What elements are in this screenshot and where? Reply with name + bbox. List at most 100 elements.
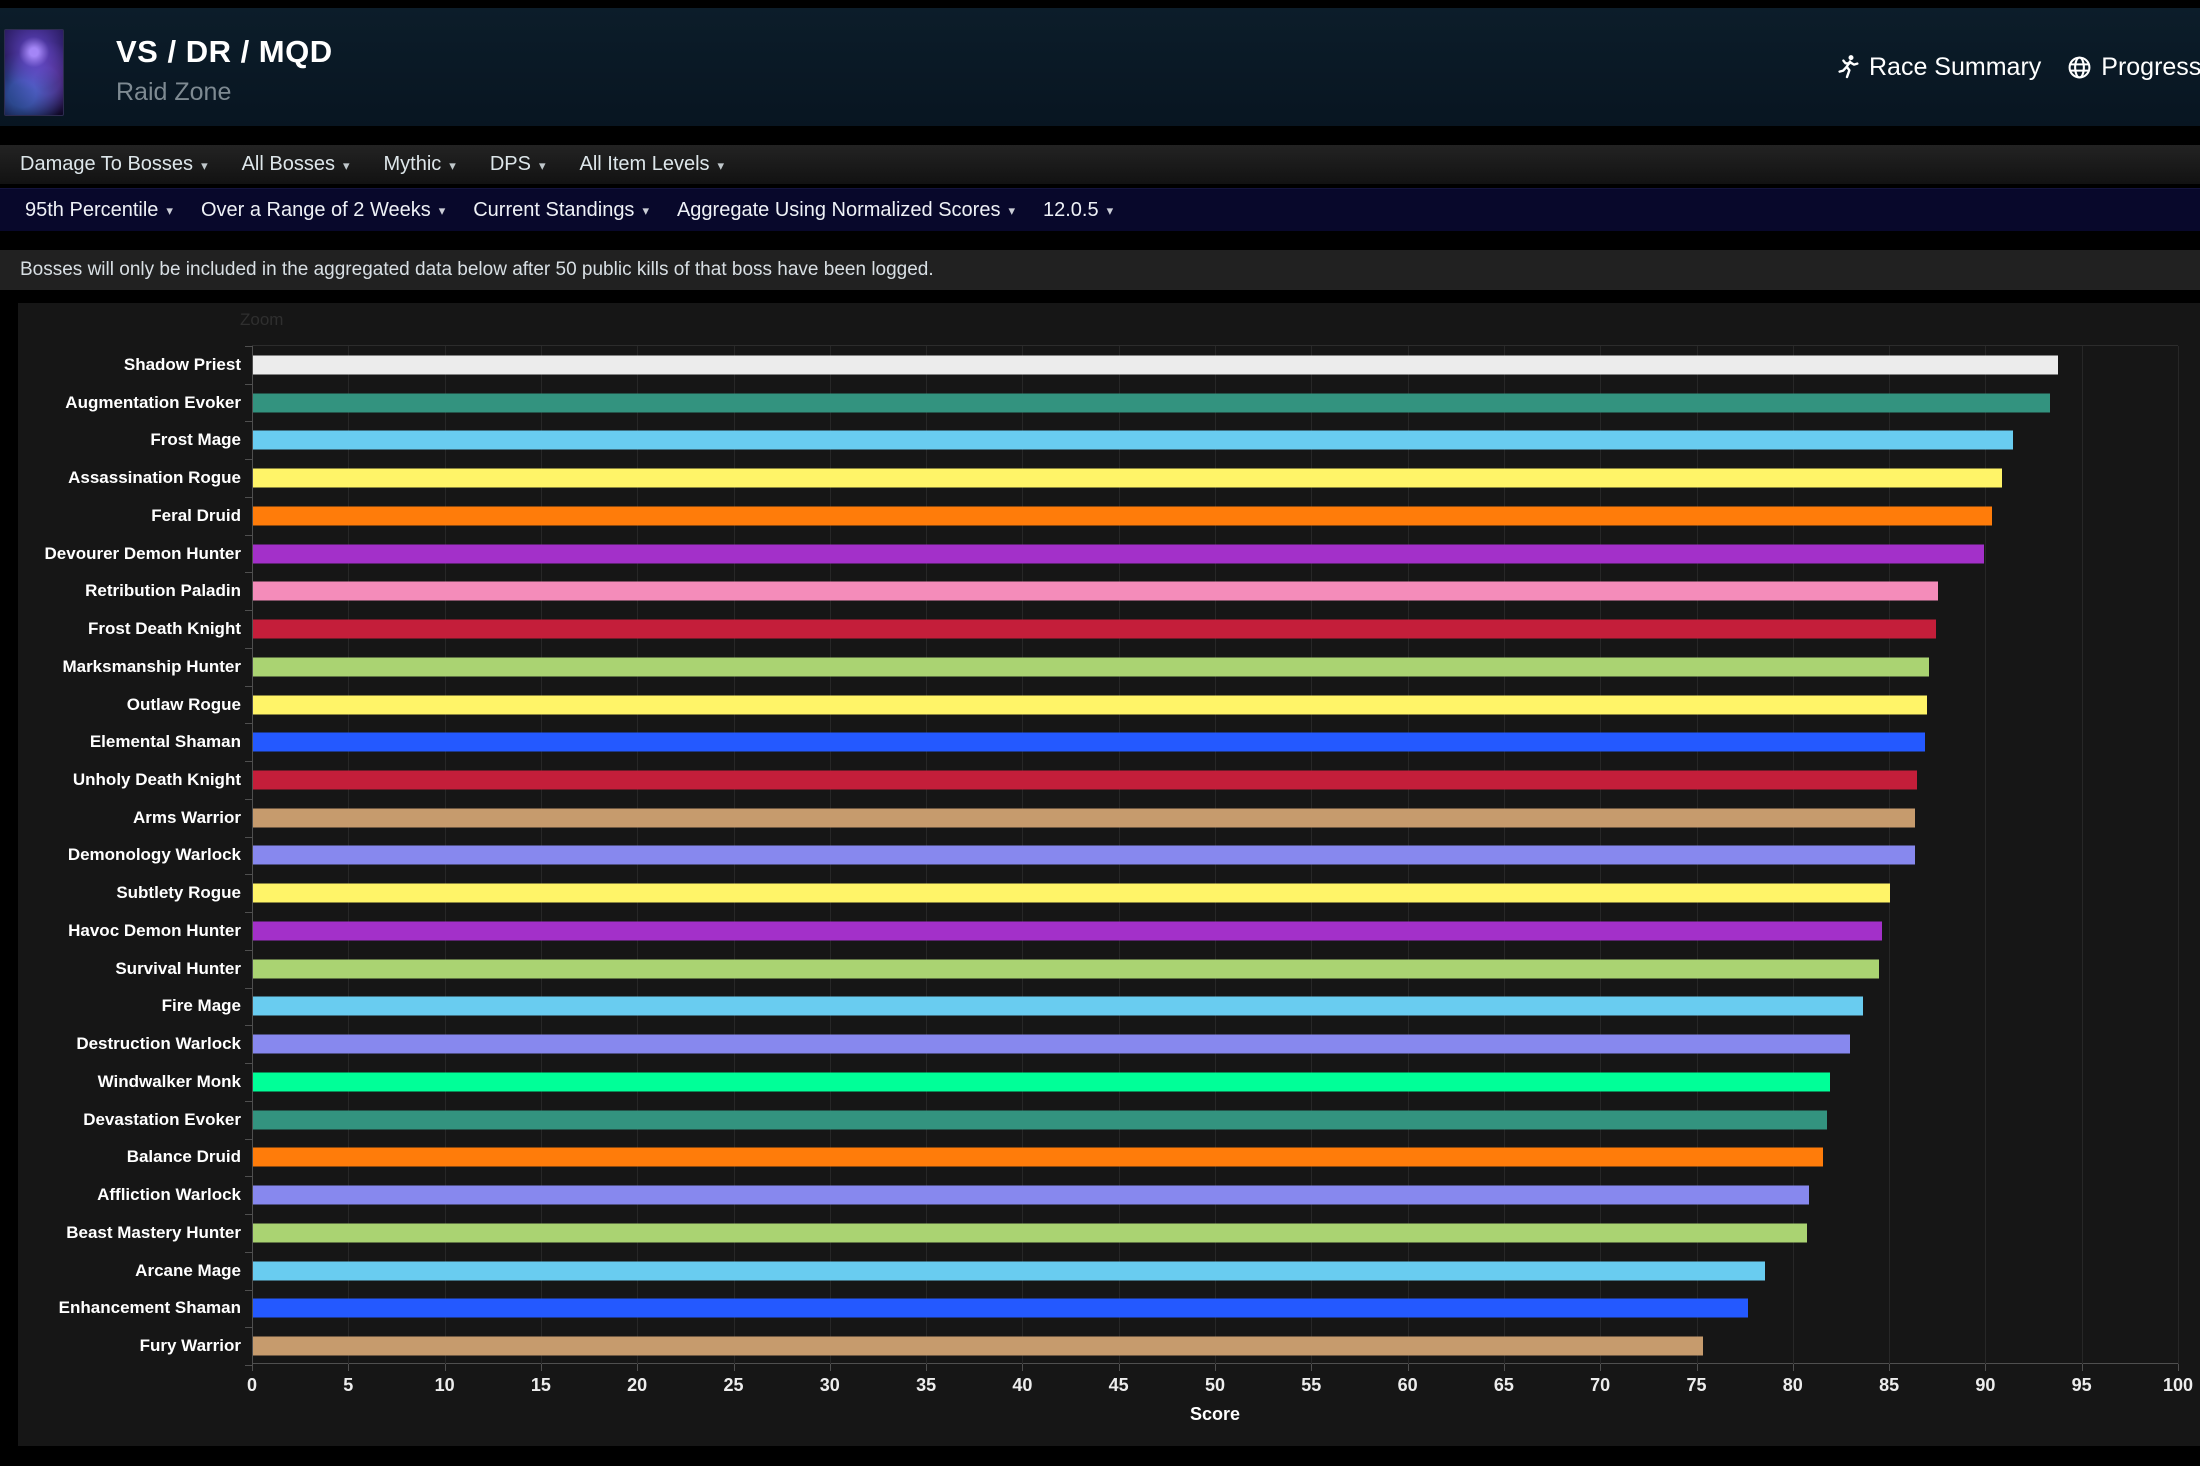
bar-feral-druid[interactable] <box>253 506 1993 526</box>
category-label: Outlaw Rogue <box>126 694 241 714</box>
y-tick-mark <box>245 1063 252 1065</box>
x-tick-label: 80 <box>1782 1375 1803 1395</box>
bar-enhancement-shaman[interactable] <box>253 1298 1748 1318</box>
y-tick-mark <box>245 761 252 763</box>
x-tick-mark <box>444 1364 446 1371</box>
category-label: Frost Mage <box>150 430 241 450</box>
x-tick-mark <box>2178 1364 2179 1371</box>
category-label: Balance Druid <box>126 1147 241 1167</box>
filter-label: Mythic <box>383 153 442 175</box>
bar-fury-warrior[interactable] <box>253 1336 1704 1356</box>
chart-row: Arcane Mage <box>135 1252 2178 1290</box>
filter-damage-to-bosses[interactable]: Damage To Bosses ▾ <box>20 153 208 176</box>
bar-augmentation-evoker[interactable] <box>253 393 2050 413</box>
bar-shadow-priest[interactable] <box>253 355 2058 375</box>
header-link-label: Race Summary <box>1869 52 2042 81</box>
runner-icon <box>1836 54 1860 80</box>
filter-12-0-5[interactable]: 12.0.5 ▾ <box>1043 199 1113 222</box>
bar-windwalker-monk[interactable] <box>253 1072 1831 1092</box>
category-label: Fury Warrior <box>139 1336 241 1356</box>
caret-down-icon: ▾ <box>717 157 725 173</box>
filter-aggregate-using-normalized-scores[interactable]: Aggregate Using Normalized Scores ▾ <box>677 199 1015 222</box>
bar-subtlety-rogue[interactable] <box>253 883 1891 903</box>
bar-assassination-rogue[interactable] <box>253 468 2002 488</box>
x-tick-mark <box>1503 1364 1505 1371</box>
filter-label: All Bosses <box>241 153 335 175</box>
bar-arms-warrior[interactable] <box>253 808 1916 828</box>
page: VS / DR / MQD Raid Zone Race Summary Prog… <box>0 0 2200 1466</box>
filter-95th-percentile[interactable]: 95th Percentile ▾ <box>25 199 173 222</box>
chart-row: Destruction Warlock <box>76 1025 2178 1063</box>
y-tick-mark <box>245 346 252 347</box>
bar-destruction-warlock[interactable] <box>253 1034 1850 1054</box>
y-tick-mark <box>245 1251 252 1253</box>
bar-havoc-demon-hunter[interactable] <box>253 921 1883 941</box>
bar-devourer-demon-hunter[interactable] <box>253 544 1985 564</box>
y-tick-mark <box>245 1327 252 1329</box>
x-tick-label: 100 <box>2162 1375 2194 1395</box>
bar-unholy-death-knight[interactable] <box>253 770 1918 790</box>
x-tick-label: 75 <box>1686 1375 1707 1395</box>
bar-fire-mage[interactable] <box>253 996 1864 1016</box>
bar-affliction-warlock[interactable] <box>253 1185 1810 1205</box>
category-label: Arcane Mage <box>135 1260 241 1280</box>
category-label: Windwalker Monk <box>97 1071 241 1091</box>
category-label: Fire Mage <box>161 996 241 1016</box>
filter-current-standings[interactable]: Current Standings ▾ <box>473 199 649 222</box>
filter-dps[interactable]: DPS ▾ <box>490 153 546 176</box>
x-tick-mark <box>829 1364 831 1371</box>
filter-bar-primary: Damage To Bosses ▾ All Bosses ▾ Mythic ▾ DPS ▾ A… <box>0 145 2200 185</box>
y-tick-mark <box>245 723 252 725</box>
x-axis-title: Score <box>1189 1404 1241 1424</box>
bar-retribution-paladin[interactable] <box>253 581 1939 601</box>
category-label: Augmentation Evoker <box>65 392 241 412</box>
x-tick-mark <box>733 1364 735 1371</box>
bar-frost-mage[interactable] <box>253 430 2014 450</box>
chart-row: Subtlety Rogue <box>116 874 2178 912</box>
bar-demonology-warlock[interactable] <box>253 845 1916 865</box>
y-tick-mark <box>245 949 252 951</box>
header-link-progress[interactable]: Progress <box>2067 53 2200 82</box>
x-tick-mark <box>1985 1364 1987 1371</box>
x-tick-mark <box>1600 1364 1602 1371</box>
bar-balance-druid[interactable] <box>253 1147 1823 1167</box>
y-tick-mark <box>245 912 252 914</box>
bar-arcane-mage[interactable] <box>253 1261 1765 1281</box>
y-tick-mark <box>245 1138 252 1140</box>
chart-row: Enhancement Shaman <box>59 1290 2178 1328</box>
chart-row: Fire Mage <box>162 988 2178 1026</box>
chart-row: Affliction Warlock <box>97 1176 2178 1214</box>
category-label: Survival Hunter <box>115 958 241 978</box>
header-link-race-summary[interactable]: Race Summary <box>1836 53 2041 82</box>
bar-survival-hunter[interactable] <box>253 959 1879 979</box>
y-tick-mark <box>245 987 252 989</box>
caret-down-icon: ▾ <box>438 203 446 218</box>
bar-devastation-evoker[interactable] <box>253 1110 1827 1130</box>
x-tick-label: 70 <box>1590 1375 1611 1395</box>
y-tick-mark <box>245 1289 252 1291</box>
bar-outlaw-rogue[interactable] <box>253 695 1927 715</box>
chart-row: Arms Warrior <box>133 799 2178 837</box>
category-label: Subtlety Rogue <box>116 883 241 903</box>
bar-beast-mastery-hunter[interactable] <box>253 1223 1808 1243</box>
notice-banner: Bosses will only be included in the aggr… <box>0 250 2200 290</box>
page-title: VS / DR / MQD <box>116 34 333 69</box>
filter-all-item-levels[interactable]: All Item Levels ▾ <box>579 153 724 176</box>
header-links: Race Summary Progress <box>1836 8 2200 126</box>
x-tick-label: 45 <box>1108 1375 1129 1395</box>
y-tick-mark <box>245 647 252 649</box>
chart-row: Survival Hunter <box>115 950 2178 988</box>
x-tick-mark <box>1792 1364 1794 1371</box>
filter-mythic[interactable]: Mythic ▾ <box>384 153 456 176</box>
filter-all-bosses[interactable]: All Bosses ▾ <box>242 153 350 176</box>
category-label: Shadow Priest <box>123 354 241 374</box>
x-tick-mark <box>1696 1364 1698 1371</box>
bar-frost-death-knight[interactable] <box>253 619 1937 639</box>
filter-label: Aggregate Using Normalized Scores <box>676 198 1001 221</box>
chart-row: Assassination Rogue <box>68 459 2178 497</box>
header-link-label: Progress <box>2101 52 2200 81</box>
filter-over-a-range-of-2-weeks[interactable]: Over a Range of 2 Weeks ▾ <box>201 199 445 222</box>
gridline <box>2178 346 2179 1364</box>
bar-marksmanship-hunter[interactable] <box>253 657 1929 677</box>
bar-elemental-shaman[interactable] <box>253 732 1925 752</box>
